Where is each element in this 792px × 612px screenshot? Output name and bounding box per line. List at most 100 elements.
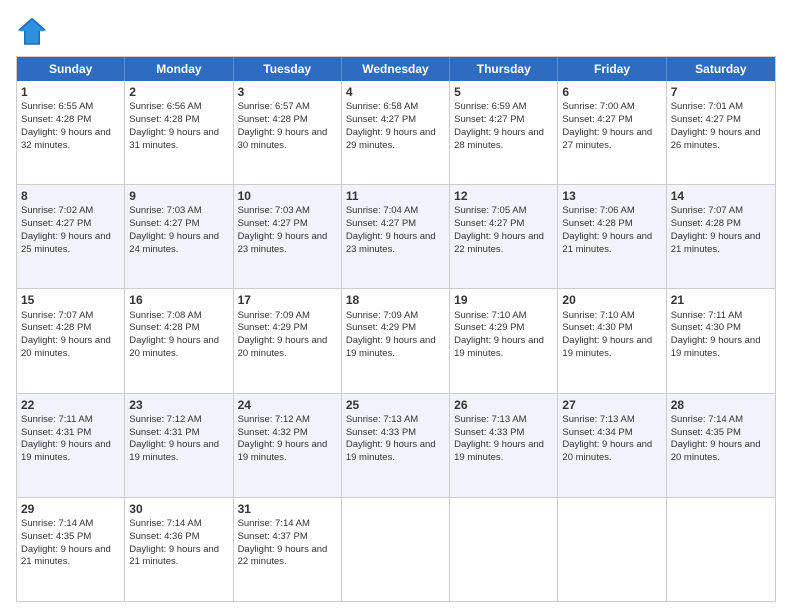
header bbox=[16, 16, 776, 48]
cell-day-number: 5 bbox=[454, 84, 553, 100]
calendar-cell: 11Sunrise: 7:04 AMSunset: 4:27 PMDayligh… bbox=[342, 185, 450, 288]
cell-sunset: Sunset: 4:33 PM bbox=[454, 427, 524, 438]
cell-day-number: 1 bbox=[21, 84, 120, 100]
cell-day-number: 3 bbox=[238, 84, 337, 100]
cell-sunset: Sunset: 4:30 PM bbox=[562, 322, 632, 333]
cell-sunset: Sunset: 4:33 PM bbox=[346, 427, 416, 438]
calendar-cell-empty bbox=[667, 498, 775, 601]
cell-sunset: Sunset: 4:36 PM bbox=[129, 531, 199, 542]
calendar-cell: 3Sunrise: 6:57 AMSunset: 4:28 PMDaylight… bbox=[234, 81, 342, 184]
cell-sunset: Sunset: 4:27 PM bbox=[671, 114, 741, 125]
cell-day-number: 12 bbox=[454, 188, 553, 204]
cell-daylight: Daylight: 9 hours and 19 minutes. bbox=[346, 439, 436, 463]
cell-day-number: 25 bbox=[346, 397, 445, 413]
calendar-cell: 22Sunrise: 7:11 AMSunset: 4:31 PMDayligh… bbox=[17, 394, 125, 497]
day-header: Saturday bbox=[667, 57, 775, 81]
day-header: Wednesday bbox=[342, 57, 450, 81]
cell-sunrise: Sunrise: 7:07 AM bbox=[21, 310, 93, 321]
cell-day-number: 19 bbox=[454, 292, 553, 308]
cell-day-number: 14 bbox=[671, 188, 771, 204]
cell-daylight: Daylight: 9 hours and 21 minutes. bbox=[562, 231, 652, 255]
cell-sunset: Sunset: 4:35 PM bbox=[21, 531, 91, 542]
cell-day-number: 6 bbox=[562, 84, 661, 100]
calendar-cell: 29Sunrise: 7:14 AMSunset: 4:35 PMDayligh… bbox=[17, 498, 125, 601]
cell-daylight: Daylight: 9 hours and 27 minutes. bbox=[562, 127, 652, 151]
cell-daylight: Daylight: 9 hours and 32 minutes. bbox=[21, 127, 111, 151]
cell-sunrise: Sunrise: 7:02 AM bbox=[21, 205, 93, 216]
cell-sunset: Sunset: 4:28 PM bbox=[21, 114, 91, 125]
logo bbox=[16, 16, 52, 48]
cell-sunrise: Sunrise: 6:55 AM bbox=[21, 101, 93, 112]
day-header: Friday bbox=[558, 57, 666, 81]
calendar-cell: 27Sunrise: 7:13 AMSunset: 4:34 PMDayligh… bbox=[558, 394, 666, 497]
cell-day-number: 17 bbox=[238, 292, 337, 308]
cell-day-number: 7 bbox=[671, 84, 771, 100]
cell-daylight: Daylight: 9 hours and 20 minutes. bbox=[129, 335, 219, 359]
cell-sunset: Sunset: 4:27 PM bbox=[454, 218, 524, 229]
calendar-cell-empty bbox=[558, 498, 666, 601]
cell-sunrise: Sunrise: 7:06 AM bbox=[562, 205, 634, 216]
calendar-cell: 30Sunrise: 7:14 AMSunset: 4:36 PMDayligh… bbox=[125, 498, 233, 601]
calendar-cell: 7Sunrise: 7:01 AMSunset: 4:27 PMDaylight… bbox=[667, 81, 775, 184]
calendar-cell: 20Sunrise: 7:10 AMSunset: 4:30 PMDayligh… bbox=[558, 289, 666, 392]
cell-day-number: 23 bbox=[129, 397, 228, 413]
cell-sunrise: Sunrise: 7:13 AM bbox=[454, 414, 526, 425]
cell-sunset: Sunset: 4:32 PM bbox=[238, 427, 308, 438]
calendar-row: 1Sunrise: 6:55 AM Sunset: 4:28 PM Daylight… bbox=[17, 81, 775, 185]
calendar-cell: 10Sunrise: 7:03 AMSunset: 4:27 PMDayligh… bbox=[234, 185, 342, 288]
cell-sunrise: Sunrise: 7:11 AM bbox=[671, 310, 743, 321]
cell-sunset: Sunset: 4:29 PM bbox=[454, 322, 524, 333]
calendar-cell-empty bbox=[450, 498, 558, 601]
cell-sunset: Sunset: 4:29 PM bbox=[238, 322, 308, 333]
cell-daylight: Daylight: 9 hours and 19 minutes. bbox=[346, 335, 436, 359]
cell-sunset: Sunset: 4:28 PM bbox=[129, 322, 199, 333]
cell-daylight: Daylight: 9 hours and 22 minutes. bbox=[454, 231, 544, 255]
calendar-row: 29Sunrise: 7:14 AMSunset: 4:35 PMDayligh… bbox=[17, 498, 775, 601]
cell-daylight: Daylight: 9 hours and 24 minutes. bbox=[129, 231, 219, 255]
cell-sunset: Sunset: 4:29 PM bbox=[346, 322, 416, 333]
day-header: Thursday bbox=[450, 57, 558, 81]
cell-daylight: Daylight: 9 hours and 29 minutes. bbox=[346, 127, 436, 151]
cell-daylight: Daylight: 9 hours and 22 minutes. bbox=[238, 544, 328, 568]
cell-daylight: Daylight: 9 hours and 19 minutes. bbox=[562, 335, 652, 359]
day-header: Tuesday bbox=[234, 57, 342, 81]
cell-sunrise: Sunrise: 7:10 AM bbox=[454, 310, 526, 321]
calendar-cell: 19Sunrise: 7:10 AMSunset: 4:29 PMDayligh… bbox=[450, 289, 558, 392]
cell-sunset: Sunset: 4:30 PM bbox=[671, 322, 741, 333]
cell-daylight: Daylight: 9 hours and 28 minutes. bbox=[454, 127, 544, 151]
calendar-cell: 28Sunrise: 7:14 AMSunset: 4:35 PMDayligh… bbox=[667, 394, 775, 497]
cell-sunset: Sunset: 4:31 PM bbox=[129, 427, 199, 438]
cell-daylight: Daylight: 9 hours and 23 minutes. bbox=[346, 231, 436, 255]
cell-sunset: Sunset: 4:28 PM bbox=[238, 114, 308, 125]
calendar-cell: 5Sunrise: 6:59 AMSunset: 4:27 PMDaylight… bbox=[450, 81, 558, 184]
cell-sunrise: Sunrise: 7:07 AM bbox=[671, 205, 743, 216]
calendar-cell: 9Sunrise: 7:03 AMSunset: 4:27 PMDaylight… bbox=[125, 185, 233, 288]
cell-day-number: 24 bbox=[238, 397, 337, 413]
cell-sunset: Sunset: 4:27 PM bbox=[562, 114, 632, 125]
cell-sunrise: Sunrise: 7:13 AM bbox=[346, 414, 418, 425]
cell-day-number: 26 bbox=[454, 397, 553, 413]
calendar-row: 22Sunrise: 7:11 AMSunset: 4:31 PMDayligh… bbox=[17, 394, 775, 498]
cell-sunrise: Sunrise: 6:56 AM bbox=[129, 101, 201, 112]
day-headers: SundayMondayTuesdayWednesdayThursdayFrid… bbox=[17, 57, 775, 81]
calendar-cell: 1Sunrise: 6:55 AM Sunset: 4:28 PM Daylight… bbox=[17, 81, 125, 184]
cell-day-number: 29 bbox=[21, 501, 120, 517]
cell-sunrise: Sunrise: 7:00 AM bbox=[562, 101, 634, 112]
cell-sunset: Sunset: 4:35 PM bbox=[671, 427, 741, 438]
cell-daylight: Daylight: 9 hours and 23 minutes. bbox=[238, 231, 328, 255]
cell-sunset: Sunset: 4:27 PM bbox=[454, 114, 524, 125]
cell-daylight: Daylight: 9 hours and 20 minutes. bbox=[562, 439, 652, 463]
calendar-cell: 2Sunrise: 6:56 AMSunset: 4:28 PMDaylight… bbox=[125, 81, 233, 184]
calendar-cell: 31Sunrise: 7:14 AMSunset: 4:37 PMDayligh… bbox=[234, 498, 342, 601]
cell-daylight: Daylight: 9 hours and 21 minutes. bbox=[671, 231, 761, 255]
cell-sunrise: Sunrise: 7:09 AM bbox=[238, 310, 310, 321]
calendar-cell: 14Sunrise: 7:07 AMSunset: 4:28 PMDayligh… bbox=[667, 185, 775, 288]
cell-sunrise: Sunrise: 7:10 AM bbox=[562, 310, 634, 321]
cell-sunrise: Sunrise: 7:14 AM bbox=[671, 414, 743, 425]
cell-daylight: Daylight: 9 hours and 26 minutes. bbox=[671, 127, 761, 151]
cell-daylight: Daylight: 9 hours and 19 minutes. bbox=[129, 439, 219, 463]
cell-day-number: 2 bbox=[129, 84, 228, 100]
calendar-cell: 15Sunrise: 7:07 AMSunset: 4:28 PMDayligh… bbox=[17, 289, 125, 392]
cell-day-number: 10 bbox=[238, 188, 337, 204]
cell-day-number: 30 bbox=[129, 501, 228, 517]
